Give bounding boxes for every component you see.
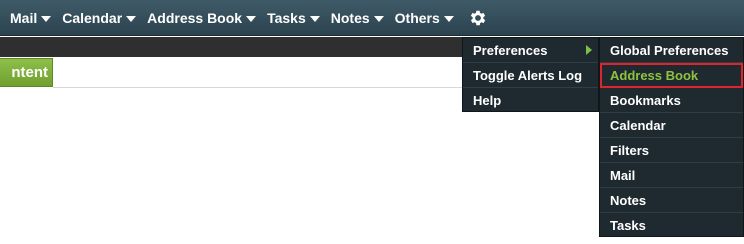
nav-address-book[interactable]: Address Book bbox=[147, 0, 257, 36]
nav-tasks[interactable]: Tasks bbox=[267, 0, 320, 36]
nav-calendar-label: Calendar bbox=[62, 9, 123, 26]
submenu-item-filters[interactable]: Filters bbox=[600, 138, 743, 163]
nav-address-book-label: Address Book bbox=[147, 9, 243, 26]
submenu-item-label: Tasks bbox=[610, 218, 646, 233]
submenu-arrow-icon bbox=[586, 45, 592, 55]
content-divider bbox=[53, 87, 463, 88]
submenu-item-label: Filters bbox=[610, 142, 650, 158]
content-tab[interactable]: ntent bbox=[0, 58, 53, 87]
chevron-down-icon bbox=[443, 15, 454, 22]
submenu-item-label: Bookmarks bbox=[610, 92, 681, 108]
submenu-item-notes[interactable]: Notes bbox=[600, 188, 743, 213]
nav-mail-label: Mail bbox=[10, 9, 38, 26]
chevron-down-icon bbox=[41, 15, 52, 22]
submenu-item-global-preferences[interactable]: Global Preferences bbox=[600, 38, 743, 63]
nav-calendar[interactable]: Calendar bbox=[62, 0, 137, 36]
nav-notes[interactable]: Notes bbox=[331, 0, 384, 36]
settings-button[interactable] bbox=[468, 0, 488, 36]
submenu-item-label: Mail bbox=[610, 167, 636, 183]
submenu-item-mail[interactable]: Mail bbox=[600, 163, 743, 188]
nav-mail[interactable]: Mail bbox=[10, 0, 52, 36]
nav-others-label: Others bbox=[394, 9, 440, 26]
preferences-submenu: Global Preferences Address Book Bookmark… bbox=[599, 37, 744, 237]
submenu-item-label: Notes bbox=[610, 192, 647, 208]
submenu-item-label: Calendar bbox=[610, 117, 666, 133]
submenu-item-address-book[interactable]: Address Book bbox=[600, 63, 743, 88]
chevron-down-icon bbox=[373, 15, 384, 22]
content-tab-label: ntent bbox=[11, 64, 48, 81]
menu-item-help-label: Help bbox=[473, 93, 502, 108]
chevron-down-icon bbox=[309, 15, 320, 22]
nav-others[interactable]: Others bbox=[395, 0, 454, 36]
chevron-down-icon bbox=[246, 15, 257, 22]
settings-menu: Preferences Toggle Alerts Log Help bbox=[462, 37, 599, 112]
menu-item-preferences-label: Preferences bbox=[473, 42, 548, 58]
top-nav-bar: Mail Calendar Address Book Tasks Notes O… bbox=[0, 0, 744, 36]
submenu-item-calendar[interactable]: Calendar bbox=[600, 113, 743, 138]
nav-tasks-label: Tasks bbox=[267, 9, 306, 26]
menu-item-toggle-alerts-log-label: Toggle Alerts Log bbox=[473, 67, 583, 83]
submenu-item-label: Global Preferences bbox=[610, 42, 729, 58]
gear-icon bbox=[470, 10, 486, 25]
nav-notes-label: Notes bbox=[330, 9, 370, 26]
submenu-item-tasks[interactable]: Tasks bbox=[600, 213, 743, 238]
submenu-item-label: Address Book bbox=[610, 67, 699, 83]
menu-item-help[interactable]: Help bbox=[463, 88, 598, 113]
menu-item-preferences[interactable]: Preferences bbox=[463, 38, 598, 63]
chevron-down-icon bbox=[126, 15, 137, 22]
menu-item-toggle-alerts-log[interactable]: Toggle Alerts Log bbox=[463, 63, 598, 88]
submenu-item-bookmarks[interactable]: Bookmarks bbox=[600, 88, 743, 113]
